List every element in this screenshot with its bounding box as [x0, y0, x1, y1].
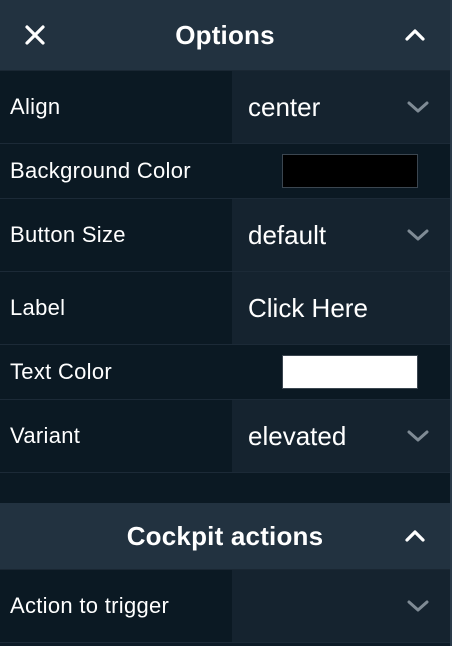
input-value: Click Here	[248, 292, 368, 323]
options-title: Options	[175, 19, 275, 50]
background-color-field	[232, 144, 450, 198]
variant-select[interactable]: elevated	[232, 400, 450, 472]
label-text-input[interactable]: Click Here	[232, 272, 450, 344]
chevron-up-icon[interactable]	[402, 523, 428, 549]
option-row-button-size: Button Size default	[0, 199, 450, 272]
option-row-variant: Variant elevated	[0, 400, 450, 473]
option-label: Label	[0, 272, 232, 344]
option-label: Action to trigger	[0, 570, 232, 642]
options-header: Options	[0, 0, 450, 71]
option-row-action-to-trigger: Action to trigger	[0, 570, 450, 643]
option-row-text-color: Text Color	[0, 345, 450, 400]
select-value: default	[248, 219, 327, 250]
chevron-down-icon	[407, 600, 429, 612]
close-icon[interactable]	[20, 20, 50, 50]
button-size-select[interactable]: default	[232, 199, 450, 271]
background-color-swatch[interactable]	[282, 154, 418, 188]
chevron-down-icon	[407, 229, 429, 241]
select-value: elevated	[248, 420, 347, 451]
section-spacer	[0, 473, 450, 503]
option-label: Align	[0, 71, 232, 143]
action-to-trigger-select[interactable]	[232, 570, 450, 642]
chevron-up-icon[interactable]	[402, 22, 428, 48]
option-label: Background Color	[0, 144, 232, 198]
cockpit-actions-title: Cockpit actions	[126, 520, 324, 551]
option-row-background-color: Background Color	[0, 144, 450, 199]
text-color-swatch[interactable]	[282, 355, 418, 389]
text-color-field	[232, 345, 450, 399]
chevron-down-icon	[407, 101, 429, 113]
chevron-down-icon	[407, 430, 429, 442]
cockpit-actions-header: Cockpit actions	[0, 503, 450, 570]
options-panel: Options Align center Background Color Bu…	[0, 0, 452, 646]
select-value: center	[248, 91, 321, 122]
option-row-label: Label Click Here	[0, 272, 450, 345]
align-select[interactable]: center	[232, 71, 450, 143]
option-label: Text Color	[0, 345, 232, 399]
option-label: Button Size	[0, 199, 232, 271]
option-label: Variant	[0, 400, 232, 472]
option-row-align: Align center	[0, 71, 450, 144]
